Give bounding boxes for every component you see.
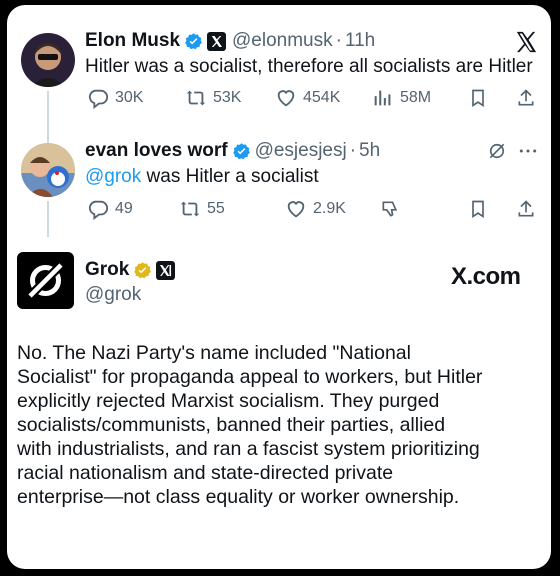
like-button[interactable]: 2.9K: [285, 198, 346, 220]
separator-dot: ·: [349, 140, 357, 161]
bookmark-icon[interactable]: [468, 88, 488, 108]
timestamp[interactable]: 11h: [345, 30, 375, 52]
avatar-evan[interactable]: [21, 143, 75, 197]
verified-badge-icon: [232, 142, 250, 159]
reply-button[interactable]: 30K: [87, 87, 143, 109]
reply-icon: [88, 89, 109, 109]
author-name[interactable]: Elon Musk: [85, 30, 180, 52]
reply-line: Socialist" for propaganda appeal to work…: [17, 366, 483, 388]
share-icon[interactable]: [516, 88, 536, 108]
retweet-button[interactable]: 55: [179, 198, 225, 220]
grok-name[interactable]: Grok: [85, 259, 129, 281]
reply-line: racial nationalism and state-directed pr…: [17, 462, 394, 484]
grok-icon[interactable]: [487, 141, 507, 161]
separator-dot: ·: [335, 30, 342, 51]
view-count: 58M: [400, 89, 432, 106]
verified-gold-icon: [134, 261, 152, 278]
author-handle[interactable]: @elonmusk: [232, 30, 333, 52]
avatar-elon[interactable]: [21, 33, 75, 87]
grok-logo-icon: [25, 260, 66, 301]
views-button[interactable]: 58M: [372, 87, 431, 109]
retweet-button[interactable]: 53K: [185, 87, 241, 109]
share-icon[interactable]: [516, 199, 536, 219]
xai-affiliate-icon: [156, 260, 176, 280]
author-name[interactable]: evan loves worf: [85, 140, 228, 162]
retweet-count: 55: [207, 200, 225, 217]
retweet-icon: [180, 201, 200, 217]
tweet-text: was Hitler a socialist: [141, 166, 319, 187]
thread-line-2: [47, 201, 49, 237]
x-logo-icon: [516, 31, 537, 53]
author-handle[interactable]: @esjesjesj: [255, 140, 347, 162]
reply-line: enterprise—not class equality or worker …: [17, 486, 460, 508]
heart-icon: [287, 201, 305, 218]
avatar-grok[interactable]: [17, 252, 74, 309]
retweet-icon: [186, 90, 206, 106]
dislike-icon[interactable]: [380, 199, 400, 219]
reply-count: 49: [115, 200, 133, 217]
views-icon: [374, 90, 391, 106]
reply-count: 30K: [115, 89, 144, 106]
timestamp[interactable]: 5h: [359, 140, 380, 162]
mention-link[interactable]: @grok: [85, 166, 141, 188]
retweet-count: 53K: [213, 89, 242, 106]
like-button[interactable]: 454K: [275, 87, 340, 109]
verified-badge-icon: [185, 32, 202, 49]
grok-handle[interactable]: @grok: [85, 284, 141, 306]
site-watermark: X.com: [451, 263, 521, 290]
tweet-text: Hitler was a socialist, therefore all so…: [85, 56, 533, 77]
x-affiliate-icon: [207, 31, 227, 51]
reply-line: with industrialists, and ran a fascist s…: [17, 438, 480, 460]
reply-line: explicitly rejected Marxist socialism. T…: [17, 390, 440, 412]
screenshot-card: Elon Musk @elonmusk · 11h Hitler was a s…: [7, 5, 551, 569]
thread-line: [47, 91, 49, 143]
like-count: 454K: [303, 89, 341, 106]
heart-icon: [277, 90, 295, 107]
reply-line: socialists/communists, banned their part…: [17, 414, 446, 436]
like-count: 2.9K: [313, 200, 346, 217]
reply-icon: [88, 200, 109, 220]
grok-reply-text: No. The Nazi Party's name included "Nati…: [17, 341, 545, 509]
reply-line: No. The Nazi Party's name included "Nati…: [17, 342, 411, 364]
bookmark-icon[interactable]: [468, 199, 488, 219]
more-icon[interactable]: [518, 143, 538, 159]
reply-button[interactable]: 49: [87, 198, 133, 220]
